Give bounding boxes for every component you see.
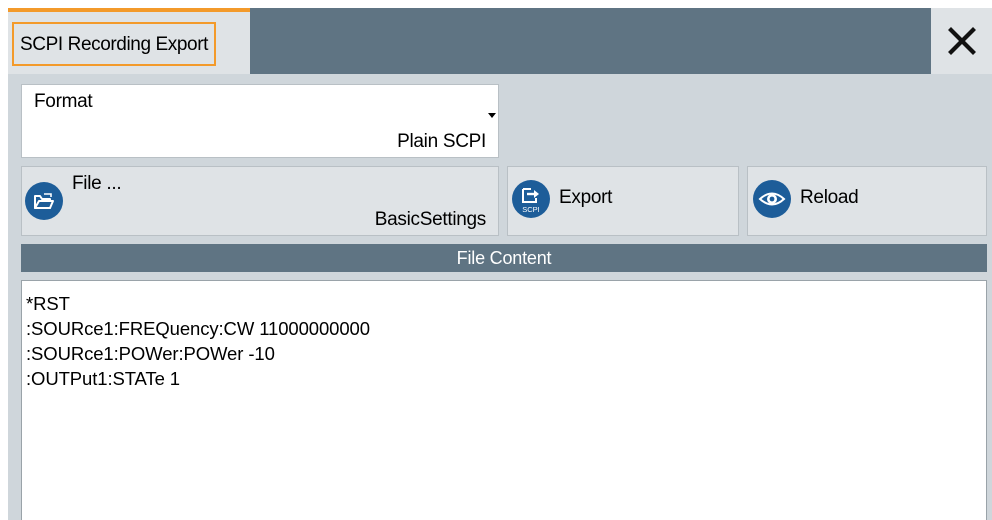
close-button[interactable]	[931, 8, 992, 74]
file-name-value: BasicSettings	[374, 209, 487, 230]
export-button[interactable]: SCPI Export	[507, 166, 739, 236]
file-content-line: :SOURce1:FREQuency:CW 11000000000	[26, 318, 370, 339]
file-content-header: File Content	[21, 244, 987, 272]
file-content-line: :OUTPut1:STATe 1	[26, 368, 180, 389]
dialog-frame: SCPI Recording Export Format Plain SCPI …	[0, 0, 992, 520]
export-label: Export	[559, 187, 613, 208]
format-label: Format	[34, 91, 93, 112]
export-scpi-icon: SCPI	[512, 180, 550, 218]
dialog-title: SCPI Recording Export	[12, 22, 217, 66]
file-content-line: :SOURce1:POWer:POWer -10	[26, 343, 275, 364]
dropdown-caret-icon	[488, 113, 496, 118]
scpi-icon-text: SCPI	[522, 205, 540, 214]
file-select-button[interactable]: File ... BasicSettings	[21, 166, 499, 236]
file-content-line: *RST	[26, 293, 70, 314]
folder-open-icon	[25, 182, 63, 220]
eye-icon	[753, 180, 791, 218]
tab-scpi-recording-export[interactable]: SCPI Recording Export	[8, 8, 250, 74]
reload-button[interactable]: Reload	[747, 166, 987, 236]
format-value: Plain SCPI	[397, 131, 486, 152]
file-content-area[interactable]: *RST :SOURce1:FREQuency:CW 11000000000 :…	[21, 280, 987, 520]
format-select[interactable]: Format Plain SCPI	[21, 84, 499, 158]
reload-label: Reload	[800, 187, 859, 208]
file-label: File ...	[72, 173, 122, 194]
close-icon	[947, 27, 976, 55]
